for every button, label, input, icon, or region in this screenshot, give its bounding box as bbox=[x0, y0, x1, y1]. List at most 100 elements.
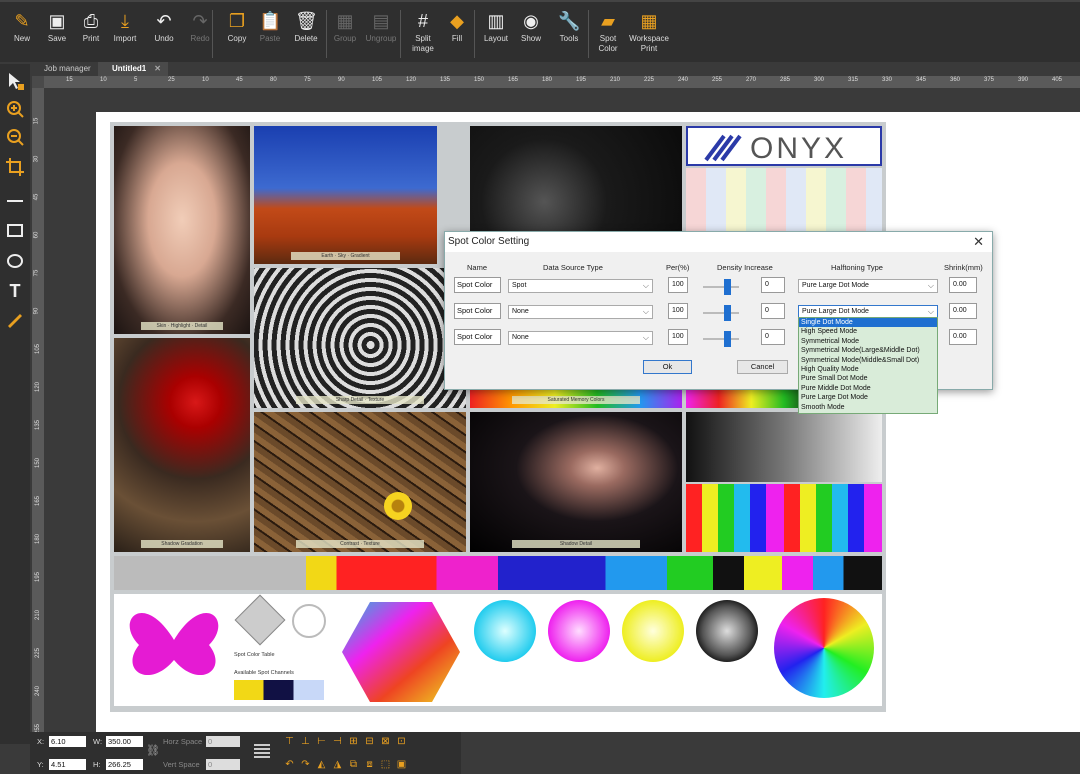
spot-name-field[interactable]: Spot Color bbox=[454, 277, 501, 293]
per-input[interactable]: 100 bbox=[668, 329, 688, 345]
text-tool-icon[interactable]: T bbox=[4, 280, 26, 302]
crop-icon[interactable] bbox=[4, 156, 26, 178]
dropdown-option[interactable]: Symmetrical Mode(Middle&Small Dot) bbox=[799, 356, 937, 365]
dropdown-option[interactable]: Smooth Mode bbox=[799, 403, 937, 412]
vert-space-input[interactable]: 0 bbox=[206, 759, 240, 770]
density-input[interactable]: 0 bbox=[761, 277, 785, 293]
align-center-v-icon[interactable]: ⊟ bbox=[364, 736, 375, 747]
density-slider[interactable] bbox=[703, 331, 739, 347]
y-input[interactable]: 4.51 bbox=[49, 759, 86, 770]
distribute-v-icon[interactable]: ⊡ bbox=[396, 736, 407, 747]
flip-v-icon[interactable]: ◮ bbox=[332, 759, 343, 770]
ruler-tick-label: 5 bbox=[134, 77, 138, 83]
toolbar-label: Split image bbox=[412, 34, 434, 53]
align-center-h-icon[interactable]: ⊞ bbox=[348, 736, 359, 747]
toolbar-workspace-print-button[interactable]: ▦ Workspace Print bbox=[629, 8, 669, 62]
data-source-select[interactable]: None ⌵ bbox=[508, 305, 653, 319]
data-source-select[interactable]: Spot ⌵ bbox=[508, 279, 653, 293]
spot-name-field[interactable]: Spot Color bbox=[454, 329, 501, 345]
toolbar-split-image-button[interactable]: # Split image bbox=[406, 8, 440, 62]
halftoning-select[interactable]: Pure Large Dot Mode ⌵ bbox=[798, 279, 938, 293]
density-slider[interactable] bbox=[703, 305, 739, 321]
link-icon[interactable]: ⛓ bbox=[146, 744, 160, 757]
vert-space-label: Vert Space bbox=[163, 760, 200, 769]
align-right-icon[interactable]: ⊣ bbox=[332, 736, 343, 747]
data-source-select[interactable]: None ⌵ bbox=[508, 331, 653, 345]
cancel-button[interactable]: Cancel bbox=[737, 360, 788, 374]
width-input[interactable]: 350.00 bbox=[106, 736, 143, 747]
tab-label: Untitled1 bbox=[112, 64, 147, 73]
density-slider[interactable] bbox=[703, 279, 739, 295]
toolbar-save-button[interactable]: ▣ Save bbox=[40, 8, 74, 62]
toolbar-tools-button[interactable]: 🔧 Tools bbox=[552, 8, 586, 62]
shrink-input[interactable]: 0.00 bbox=[949, 277, 977, 293]
dropdown-option[interactable]: Single Dot Mode bbox=[799, 318, 937, 328]
shrink-input[interactable]: 0.00 bbox=[949, 329, 977, 345]
flip-h-icon[interactable]: ◭ bbox=[316, 759, 327, 770]
ruler-tick-label: 390 bbox=[1018, 77, 1029, 83]
toolbar-layout-button[interactable]: ▥ Layout bbox=[479, 8, 513, 62]
left-toolbox: T bbox=[0, 64, 30, 744]
toolbar-undo-button[interactable]: ↶ Undo bbox=[147, 8, 181, 62]
ruler-tick-label: 405 bbox=[1052, 77, 1063, 83]
toolbar-fill-button[interactable]: ◆ Fill bbox=[440, 8, 474, 62]
rectangle-tool-icon[interactable] bbox=[4, 220, 26, 242]
dropdown-option[interactable]: High Quality Mode bbox=[799, 365, 937, 374]
rotate-left-icon[interactable]: ↶ bbox=[284, 759, 295, 770]
test-print-artwork[interactable]: Skin · Highlight · Detail Earth · Sky · … bbox=[110, 122, 886, 712]
close-icon[interactable]: ✕ bbox=[154, 64, 161, 73]
ok-button[interactable]: Ok bbox=[643, 360, 692, 374]
dropdown-option[interactable]: Symmetrical Mode(Large&Middle Dot) bbox=[799, 346, 937, 355]
spot-name-field[interactable]: Spot Color bbox=[454, 303, 501, 319]
height-input[interactable]: 266.25 bbox=[106, 759, 143, 770]
density-input[interactable]: 0 bbox=[761, 303, 785, 319]
density-input[interactable]: 0 bbox=[761, 329, 785, 345]
per-input[interactable]: 100 bbox=[668, 303, 688, 319]
slider-thumb[interactable] bbox=[724, 331, 731, 347]
toolbar-copy-button[interactable]: ❐ Copy bbox=[220, 8, 254, 62]
toolbar-show-button[interactable]: ◉ Show bbox=[514, 8, 548, 62]
horz-space-input[interactable]: 0 bbox=[206, 736, 240, 747]
toolbar-print-button[interactable]: ⎙ Print bbox=[74, 8, 108, 62]
tab-untitled1[interactable]: Untitled1 ✕ bbox=[98, 62, 168, 76]
bring-front-icon[interactable]: ⬚ bbox=[380, 759, 391, 770]
send-back-icon[interactable]: ▣ bbox=[396, 759, 407, 770]
toolbar-ungroup-button[interactable]: ▤ Ungroup bbox=[364, 8, 398, 62]
dropdown-option[interactable]: Pure Middle Dot Mode bbox=[799, 384, 937, 393]
bring-forward-icon[interactable]: ⧉ bbox=[348, 759, 359, 770]
dropdown-option[interactable]: Symmetrical Mode bbox=[799, 337, 937, 346]
per-input[interactable]: 100 bbox=[668, 277, 688, 293]
align-bottom-icon[interactable]: ⊥ bbox=[300, 736, 311, 747]
dropdown-option[interactable]: Pure Large Dot Mode bbox=[799, 393, 937, 402]
x-input[interactable]: 6.10 bbox=[49, 736, 86, 747]
slider-thumb[interactable] bbox=[724, 279, 731, 295]
ellipse-tool-icon[interactable] bbox=[4, 250, 26, 272]
select-arrow-icon[interactable] bbox=[4, 70, 26, 92]
toolbar-import-button[interactable]: ⤓ Import bbox=[108, 8, 142, 62]
ruler-tick-label: 315 bbox=[848, 77, 859, 83]
toolbar-paste-button[interactable]: 📋 Paste bbox=[253, 8, 287, 62]
send-backward-icon[interactable]: ⧈ bbox=[364, 759, 375, 770]
distribute-h-icon[interactable]: ⊠ bbox=[380, 736, 391, 747]
zoom-out-icon[interactable] bbox=[4, 126, 26, 148]
dropdown-option[interactable]: High Speed Mode bbox=[799, 327, 937, 336]
rotate-right-icon[interactable]: ↷ bbox=[300, 759, 311, 770]
dropdown-option[interactable]: Pure Small Dot Mode bbox=[799, 374, 937, 383]
line-tool-icon[interactable] bbox=[4, 190, 26, 212]
toolbar-new-button[interactable]: ✎ New bbox=[5, 8, 39, 62]
close-icon[interactable]: ✕ bbox=[973, 234, 984, 250]
tab-job-manager[interactable]: Job manager bbox=[30, 62, 96, 76]
align-menu-icon[interactable] bbox=[254, 744, 270, 758]
toolbar-spot-color-button[interactable]: ▰ Spot Color bbox=[591, 8, 625, 62]
toolbar-group-button[interactable]: ▦ Group bbox=[328, 8, 362, 62]
shrink-input[interactable]: 0.00 bbox=[949, 303, 977, 319]
align-left-icon[interactable]: ⊢ bbox=[316, 736, 327, 747]
toolbar-delete-button[interactable]: 🗑 Delete bbox=[289, 8, 323, 62]
ruler-tick-label: 240 bbox=[35, 685, 42, 697]
pen-tool-icon[interactable] bbox=[4, 308, 26, 330]
zoom-in-icon[interactable] bbox=[4, 98, 26, 120]
horizontal-ruler[interactable]: 15 10 5 25 10 45 80 75 90 105 120 135 150 165 180 195 21… bbox=[44, 76, 1080, 88]
slider-thumb[interactable] bbox=[724, 305, 731, 321]
vertical-ruler[interactable]: 15 30 45 60 75 90 105 120 135 150 165 180 195 210 225 2… bbox=[32, 88, 44, 734]
align-top-icon[interactable]: ⊤ bbox=[284, 736, 295, 747]
